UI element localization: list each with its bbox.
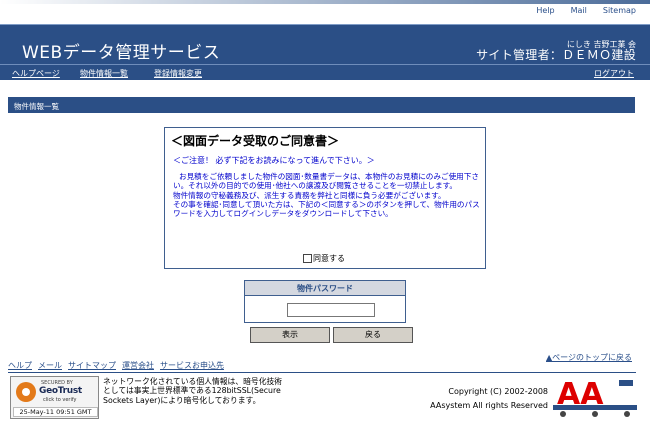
property-password-input[interactable] [287, 303, 375, 317]
top-links: Help Mail Sitemap [536, 6, 636, 18]
site-header: WEBデータ管理サービス にしき 吉野工業 会 サイト管理者：ＤＥＭＯ建設 [0, 24, 650, 64]
footer-sitemap-link[interactable]: サイトマップ [68, 360, 116, 371]
seal-date: 25-May-11 09:51 GMT [13, 407, 98, 417]
nav-bar: ヘルプページ 物件情報一覧 登録情報変更 ログアウト [0, 64, 650, 80]
section-header: 物件情報一覧 [8, 97, 635, 113]
ssl-notice: ネットワーク化されている個人情報は、暗号化技術としては事実上世界標準である128… [103, 377, 283, 405]
geotrust-seal[interactable]: SECURED BY GeoTrust click to verify 25-M… [10, 376, 99, 419]
footer-divider [8, 372, 636, 373]
agreement-paragraph: 物件情報の守秘義務及び、派生する責務を弊社と同様に負う必要がございます。 [173, 190, 446, 200]
copyright-line: AAsystem All rights Reserved [430, 401, 548, 410]
agreement-body: お見積をご依頼しました物件の図面･数量書データは、本物件のお見積にのみご使用下さ… [173, 172, 481, 218]
footer-service-link[interactable]: サービスお申込先 [160, 360, 224, 371]
user-info: にしき 吉野工業 会 サイト管理者：ＤＥＭＯ建設 [476, 40, 636, 62]
logout-link[interactable]: ログアウト [594, 68, 634, 79]
top-gradient-bar [0, 0, 650, 4]
page-top-link[interactable]: ▲ページのトップに戻る [546, 352, 632, 363]
aa-system-logo-icon: AA [553, 377, 637, 417]
agree-checkbox-label: 同意する [313, 254, 345, 263]
password-header: 物件パスワード [245, 281, 405, 296]
nav-property-list[interactable]: 物件情報一覧 [80, 68, 128, 79]
agreement-paragraph: その事を確認･同意して頂いた方は、下記の＜同意する＞のボタンを押して、物件用のパ… [173, 199, 480, 219]
agreement-title: ＜図面データ受取のご同意書＞ [171, 134, 340, 148]
agreement-paragraph: お見積をご依頼しました物件の図面･数量書データは、本物件のお見積にのみご使用下さ… [173, 172, 479, 191]
help-link[interactable]: Help [536, 6, 554, 18]
copyright-line: Copyright (C) 2002-2008 [448, 387, 548, 396]
agree-checkbox[interactable] [303, 254, 312, 263]
footer-company-link[interactable]: 運営会社 [122, 360, 154, 371]
agree-checkbox-row[interactable]: 同意する [303, 253, 345, 264]
site-title: WEBデータ管理サービス [22, 43, 221, 63]
copyright: Copyright (C) 2002-2008 AAsystem All rig… [368, 386, 548, 412]
display-button[interactable]: 表示 [250, 327, 330, 343]
mail-link[interactable]: Mail [571, 6, 587, 18]
password-panel: 物件パスワード [244, 280, 406, 323]
back-button[interactable]: 戻る [333, 327, 413, 343]
nav-registration-change[interactable]: 登録情報変更 [154, 68, 202, 79]
nav-help-page[interactable]: ヘルプページ [12, 68, 60, 79]
seal-click-to-verify: click to verify [43, 397, 77, 403]
site-admin-label: サイト管理者：ＤＥＭＯ建設 [476, 48, 636, 62]
seal-brand: GeoTrust [39, 386, 82, 396]
footer-mail-link[interactable]: メール [38, 360, 62, 371]
footer-links: ヘルプ メール サイトマップ 運営会社 サービスお申込先 [8, 360, 224, 371]
footer-help-link[interactable]: ヘルプ [8, 360, 32, 371]
agreement-box: ＜図面データ受取のご同意書＞ ＜ご注意！ 必ず下記をお読みになって進んで下さい。… [164, 127, 486, 269]
geotrust-logo-icon [16, 382, 36, 402]
section-title: 物件情報一覧 [14, 102, 59, 111]
agreement-caution: ＜ご注意！ 必ず下記をお読みになって進んで下さい。＞ [173, 156, 375, 165]
sitemap-link[interactable]: Sitemap [603, 6, 636, 18]
